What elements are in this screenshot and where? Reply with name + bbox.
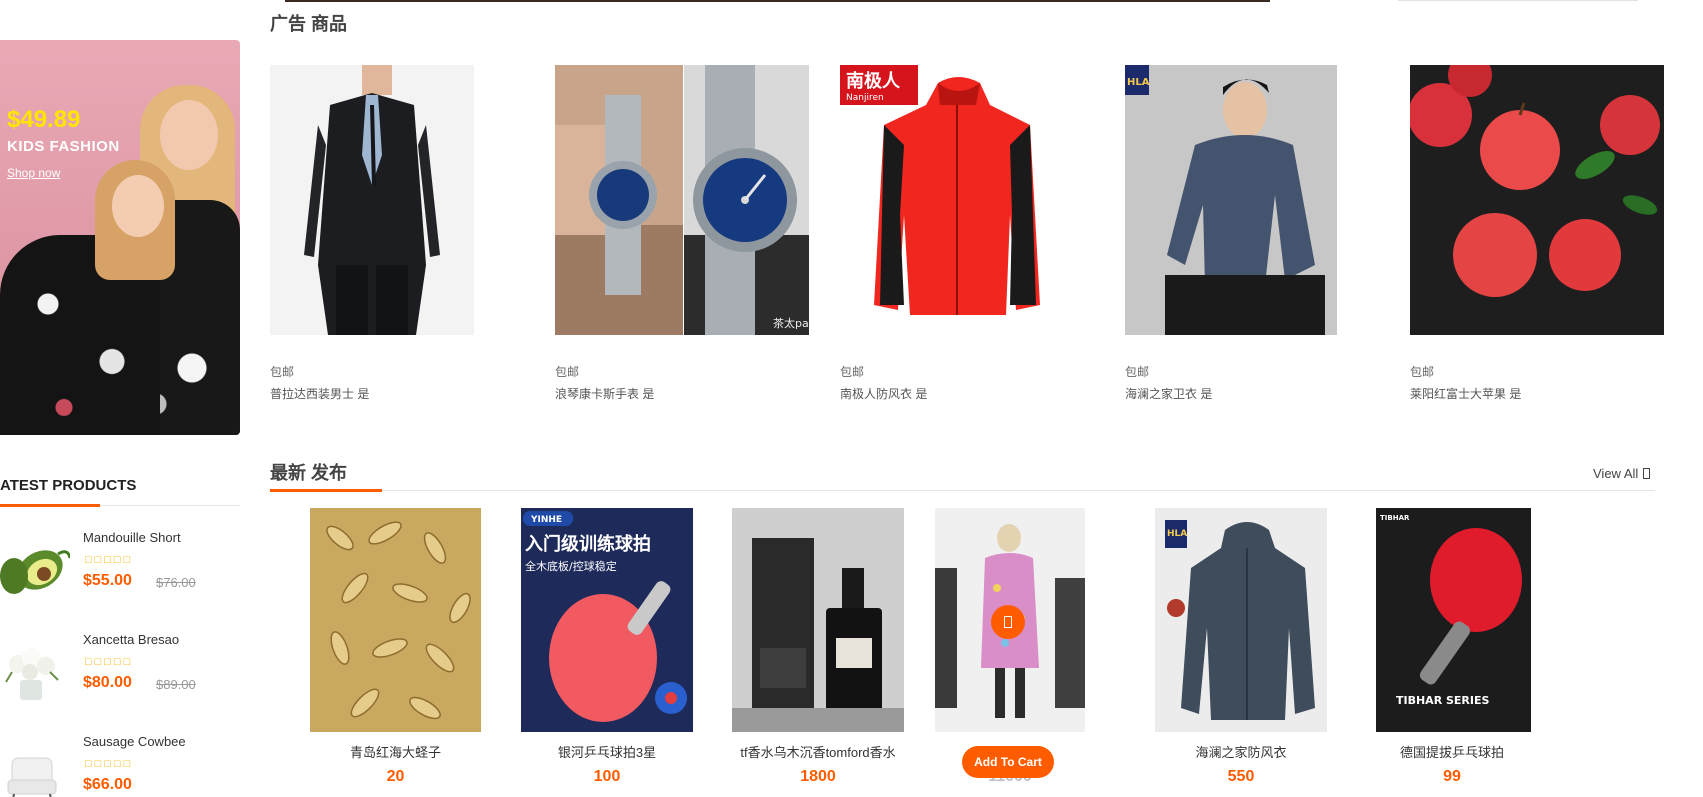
ad-product-tag: 包邮 bbox=[555, 365, 580, 379]
ad-product-tag: 包邮 bbox=[270, 365, 295, 379]
blue-watch-image[interactable]: 茶太pafe bbox=[555, 65, 809, 335]
new-product-name[interactable]: 银河乒乓球拍3星 bbox=[521, 742, 693, 761]
ad-products-title: 广告 商品 bbox=[270, 14, 348, 34]
latest-product-old-price: $89.00 bbox=[156, 677, 196, 692]
red-jacket-image[interactable]: 南极人 Nanjiren bbox=[840, 65, 1070, 335]
banner-subtitle: KIDS FASHION bbox=[7, 138, 120, 155]
view-all-label[interactable]: View All bbox=[1593, 466, 1638, 481]
latest-product-item[interactable]: Mandouille Short □□□□□ $55.00 $76.00 bbox=[0, 530, 240, 620]
black-suit-image[interactable] bbox=[270, 65, 474, 335]
top-divider bbox=[285, 0, 1270, 2]
latest-product-item[interactable]: Xancetta Bresao □□□□□ $80.00 $89.00 bbox=[0, 632, 240, 722]
rating-stars: □□□□□ bbox=[85, 656, 134, 668]
tibhar-paddle-image[interactable]: TIBHAR TIBHAR SERIES bbox=[1376, 508, 1531, 732]
brand-logo-text: HLA bbox=[1167, 529, 1187, 539]
latest-product-item[interactable]: Sausage Cowbee □□□□□ $66.00 bbox=[0, 734, 240, 797]
razor-clams-image[interactable] bbox=[310, 508, 481, 732]
rating-stars: □□□□□ bbox=[85, 554, 134, 566]
latest-product-price: $66.00 bbox=[83, 776, 132, 793]
latest-product-price: $80.00 bbox=[83, 674, 132, 691]
newest-divider-accent bbox=[270, 489, 382, 492]
table-tennis-paddle-image[interactable]: YINHE 入门级训练球拍 全木底板/控球稳定 bbox=[521, 508, 693, 732]
shop-now-link[interactable]: Shop now bbox=[7, 166, 60, 180]
ad-product-name[interactable]: 普拉达西装男士 是 bbox=[270, 385, 369, 402]
quick-view-icon bbox=[1004, 616, 1012, 628]
ad-product-name[interactable]: 南极人防风衣 是 bbox=[840, 385, 927, 402]
latest-product-name[interactable]: Mandouille Short bbox=[83, 530, 181, 545]
new-product-name[interactable]: 海澜之家防风衣 bbox=[1155, 742, 1327, 761]
new-product-price: 100 bbox=[593, 768, 621, 785]
view-all-link[interactable]: View All bbox=[1593, 466, 1651, 481]
white-flowers-image bbox=[5, 648, 59, 700]
red-apples-image[interactable] bbox=[1410, 65, 1664, 335]
ad-product-tag: 包邮 bbox=[840, 365, 865, 379]
page: $49.89 KIDS FASHION Shop now ATEST PRODU… bbox=[0, 0, 1703, 797]
banner-girl-face bbox=[160, 100, 218, 170]
banner-girl-face-front bbox=[112, 175, 164, 237]
paddle-subline: 全木底板/控球稳定 bbox=[525, 559, 617, 573]
brand-logo-text: 南极人 bbox=[846, 70, 901, 92]
gray-hoodie-image[interactable]: HLA bbox=[1125, 65, 1337, 335]
ad-product-name[interactable]: 浪琴康卡斯手表 是 bbox=[555, 385, 654, 402]
newest-divider bbox=[270, 490, 1655, 491]
banner-price: $49.89 bbox=[7, 106, 81, 133]
brand-logo-subtext: Nanjiren bbox=[846, 93, 884, 103]
perfume-bottle-image[interactable] bbox=[732, 508, 904, 732]
latest-product-name[interactable]: Sausage Cowbee bbox=[83, 734, 186, 749]
new-product-price: 550 bbox=[1227, 768, 1255, 785]
rating-stars: □□□□□ bbox=[85, 758, 134, 770]
latest-products-title: ATEST PRODUCTS bbox=[0, 477, 137, 494]
new-product-price: 99 bbox=[1443, 768, 1461, 785]
brand-logo-text: HLA bbox=[1127, 77, 1150, 88]
new-product-name[interactable]: 青岛红海大蛏子 bbox=[310, 742, 481, 761]
white-armchair-image bbox=[7, 757, 57, 797]
navy-windbreaker-image[interactable]: HLA bbox=[1155, 508, 1327, 732]
latest-divider-accent bbox=[0, 504, 100, 507]
watermark-text: 茶太pafe bbox=[773, 317, 809, 330]
newest-products-title: 最新 发布 bbox=[270, 463, 348, 483]
latest-product-price: $55.00 bbox=[83, 572, 132, 589]
latest-product-old-price: $76.00 bbox=[156, 575, 196, 590]
paddle-brand-badge: YINHE bbox=[530, 515, 562, 525]
new-product-name[interactable]: tf香水乌木沉香tomford香水 bbox=[716, 742, 920, 761]
brand-logo-text: TIBHAR bbox=[1380, 514, 1410, 522]
avocado-image bbox=[0, 550, 70, 594]
paddle-headline: 入门级训练球拍 bbox=[525, 533, 651, 555]
chevron-right-icon bbox=[1643, 468, 1651, 479]
ad-product-tag: 包邮 bbox=[1125, 365, 1150, 379]
quick-view-button[interactable] bbox=[991, 605, 1025, 639]
latest-product-name[interactable]: Xancetta Bresao bbox=[83, 632, 179, 647]
ad-product-tag: 包邮 bbox=[1410, 365, 1435, 379]
add-to-cart-button[interactable]: Add To Cart bbox=[962, 746, 1054, 778]
new-product-price: 1800 bbox=[800, 768, 836, 785]
new-product-name[interactable]: 德国提拔乒乓球拍 bbox=[1366, 742, 1538, 761]
ad-product-name[interactable]: 海澜之家卫衣 是 bbox=[1125, 385, 1212, 402]
new-product-price: 20 bbox=[386, 768, 405, 785]
top-divider-right bbox=[1398, 0, 1638, 1]
paddle-series-text: TIBHAR SERIES bbox=[1396, 694, 1490, 707]
kids-fashion-banner[interactable]: $49.89 KIDS FASHION Shop now bbox=[0, 40, 240, 435]
ad-product-name[interactable]: 莱阳红富士大苹果 是 bbox=[1410, 385, 1521, 402]
